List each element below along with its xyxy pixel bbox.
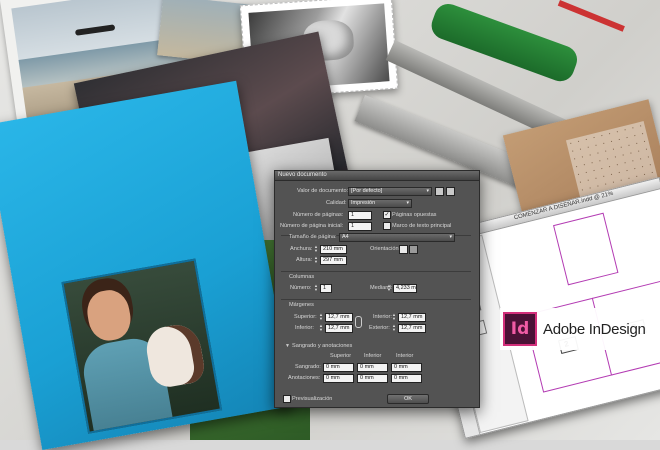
width-stepper[interactable]: ▲ ▼ (314, 245, 318, 253)
slug-label: Anotaciones: (288, 375, 321, 381)
height-field[interactable]: 297 mm (320, 256, 347, 265)
page-spread-top[interactable] (553, 212, 619, 286)
margin-top-label: Superior: (294, 314, 317, 320)
margin-inside-field[interactable]: 12,7 mm (398, 313, 426, 322)
margin-outside-label: Exterior: (369, 325, 390, 331)
slug-top-field[interactable]: 0 mm (323, 374, 354, 383)
start-page-label: Número de página inicial: (280, 223, 344, 229)
dialog-title: Nuevo documento (278, 172, 327, 178)
intent-dropdown[interactable]: Impresión (348, 199, 412, 208)
facing-pages-checkbox[interactable]: ✓ (383, 211, 391, 219)
margin-link-icon[interactable] (355, 316, 362, 328)
margin-inside-label: Interior: (373, 314, 392, 320)
landscape-orientation-icon[interactable] (409, 245, 418, 254)
indesign-brand-badge: Id Adobe InDesign (500, 308, 654, 350)
num-pages-field[interactable]: 1 (348, 211, 372, 220)
gutter-field[interactable]: 4,233 m (393, 284, 417, 293)
new-document-dialog: Nuevo documento Valor de documento: [Por… (274, 170, 480, 408)
primary-frame-label: Marco de texto principal (392, 223, 452, 229)
intent-label: Calidad: (326, 200, 347, 206)
bleed-col-top: Superior (330, 353, 352, 359)
gutter-stepper[interactable]: ▲ ▼ (387, 284, 391, 292)
delete-preset-icon[interactable] (446, 187, 455, 196)
margins-heading: Márgenes (289, 302, 314, 308)
facing-pages-label: Páginas opuestas (392, 212, 437, 218)
primary-frame-checkbox[interactable] (383, 222, 391, 230)
save-preset-icon[interactable] (435, 187, 444, 196)
preset-dropdown[interactable]: [Por defecto] (348, 187, 432, 196)
bleed-bottom-field[interactable]: 0 mm (357, 363, 388, 372)
slug-inside-field[interactable]: 0 mm (391, 374, 422, 383)
start-page-field[interactable]: 1 (348, 222, 372, 231)
preview-checkbox[interactable] (283, 395, 291, 403)
columns-number-label: Número: (290, 285, 312, 291)
orientation-label: Orientación: (370, 246, 401, 252)
brand-name: Adobe InDesign (543, 320, 646, 338)
page-size-dropdown[interactable]: A4 (339, 233, 455, 242)
bleed-col-inside: Interior (396, 353, 414, 359)
num-pages-label: Número de páginas: (293, 212, 344, 218)
bleed-heading: Sangrado y anotaciones (292, 343, 353, 349)
margin-bottom-label: Inferior: (295, 325, 314, 331)
margin-bottom-stepper[interactable]: ▲ ▼ (319, 324, 323, 332)
ok-button[interactable]: OK (387, 394, 429, 404)
dialog-titlebar[interactable]: Nuevo documento (275, 171, 479, 181)
bleed-inside-field[interactable]: 0 mm (391, 363, 422, 372)
margin-inside-stepper[interactable]: ▲ ▼ (392, 313, 396, 321)
bleed-top-field[interactable]: 0 mm (323, 363, 354, 372)
margin-bottom-field[interactable]: 12,7 mm (325, 324, 353, 333)
columns-group (281, 271, 471, 272)
columns-number-field[interactable]: 1 (320, 284, 332, 293)
portrait-orientation-icon[interactable] (399, 245, 408, 254)
slug-bottom-field[interactable]: 0 mm (357, 374, 388, 383)
columns-heading: Columnas (289, 274, 315, 280)
preview-label: Previsualización (292, 396, 333, 402)
margin-outside-field[interactable]: 12,7 mm (398, 324, 426, 333)
height-label: Altura: (296, 257, 313, 263)
page-size-label: Tamaño de página: (289, 234, 337, 240)
margin-outside-stepper[interactable]: ▲ ▼ (392, 324, 396, 332)
bleed-label: Sangrado: (295, 364, 321, 370)
portrait-window (61, 258, 223, 434)
bleed-col-bottom: Inferior (364, 353, 382, 359)
width-label: Anchura: (290, 246, 313, 252)
preset-label: Valor de documento: (297, 188, 349, 194)
indesign-logo-icon: Id (503, 312, 537, 346)
height-stepper[interactable]: ▲ ▼ (314, 256, 318, 264)
margins-group (281, 299, 471, 300)
margin-top-stepper[interactable]: ▲ ▼ (319, 313, 323, 321)
width-field[interactable]: 210 mm (320, 245, 347, 254)
margin-top-field[interactable]: 12,7 mm (325, 313, 353, 322)
columns-stepper[interactable]: ▲ ▼ (314, 284, 318, 292)
bleed-disclosure-icon[interactable]: ▼ (285, 343, 290, 349)
